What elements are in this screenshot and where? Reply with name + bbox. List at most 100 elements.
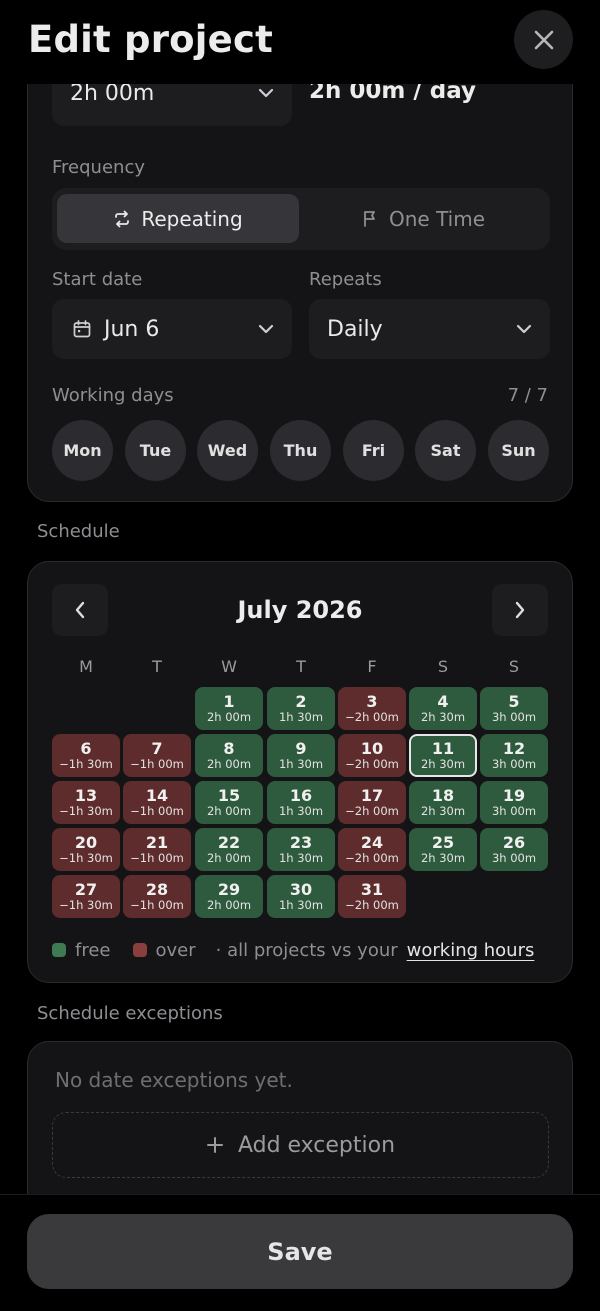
working-hours-link[interactable]: working hours [407, 940, 535, 961]
exceptions-card: No date exceptions yet. Add exception [27, 1041, 573, 1194]
calendar-day[interactable]: 19 3h 00m [480, 781, 548, 824]
calendar-day-number: 24 [360, 832, 384, 852]
close-button[interactable] [514, 10, 573, 69]
calendar-day-number: 7 [151, 738, 163, 758]
calendar-day[interactable]: 26 3h 00m [480, 828, 548, 871]
calendar-day-hours: 2h 00m [206, 757, 252, 772]
calendar-day-hours: 2h 30m [420, 851, 466, 866]
calendar-day[interactable]: 17 −2h 00m [338, 781, 406, 824]
exceptions-label: Schedule exceptions [37, 1003, 223, 1024]
calendar-day[interactable]: 9 1h 30m [267, 734, 335, 777]
day-mon[interactable]: Mon [52, 420, 113, 481]
calendar-day[interactable]: 14 −1h 00m [123, 781, 191, 824]
repeats-value: Daily [327, 316, 383, 342]
calendar-day-number: 30 [289, 879, 313, 899]
chevron-down-icon [258, 88, 274, 98]
calendar-day-number: 4 [437, 691, 449, 711]
calendar-day[interactable]: 2 1h 30m [267, 687, 335, 730]
duration-summary: 2h 00m / day [309, 84, 477, 104]
calendar-day[interactable]: 12 3h 00m [480, 734, 548, 777]
repeat-icon [115, 210, 130, 227]
calendar-day[interactable]: 1 2h 00m [195, 687, 263, 730]
day-tue[interactable]: Tue [125, 420, 186, 481]
day-sun[interactable]: Sun [488, 420, 549, 481]
save-button[interactable]: Save [27, 1214, 573, 1289]
schedule-label: Schedule [37, 521, 120, 542]
day-thu[interactable]: Thu [270, 420, 331, 481]
calendar-day-number: 6 [80, 738, 92, 758]
one-time-label: One Time [388, 206, 486, 231]
chevron-down-icon [258, 324, 274, 334]
working-days-count: 7 / 7 [507, 385, 548, 406]
calendar-day-number: 20 [74, 832, 98, 852]
calendar-day[interactable]: 10 −2h 00m [338, 734, 406, 777]
calendar-day[interactable]: 13 −1h 30m [52, 781, 120, 824]
weekday-header: M [79, 657, 93, 676]
flag-icon [364, 210, 375, 227]
month-title: July 2026 [237, 596, 363, 624]
plus-icon [206, 1137, 223, 1153]
calendar-day[interactable]: 28 −1h 00m [123, 875, 191, 918]
add-exception-button[interactable]: Add exception [52, 1112, 549, 1178]
calendar-day[interactable]: 21 −1h 00m [123, 828, 191, 871]
calendar-day-number: 15 [217, 785, 241, 805]
calendar-day[interactable]: 16 1h 30m [267, 781, 335, 824]
calendar-day[interactable]: 11 2h 30m [409, 734, 477, 777]
calendar-day[interactable]: 20 −1h 30m [52, 828, 120, 871]
repeating-option[interactable]: Repeating [57, 194, 299, 243]
add-exception-label: Add exception [237, 1132, 396, 1158]
calendar-day[interactable]: 22 2h 00m [195, 828, 263, 871]
calendar-day-hours: 3h 00m [491, 710, 537, 725]
calendar-day-hours: −1h 30m [59, 757, 113, 772]
calendar-day-hours: 1h 30m [278, 851, 324, 866]
calendar-day-number: 22 [217, 832, 241, 852]
calendar-day-hours: 1h 30m [278, 710, 324, 725]
day-fri[interactable]: Fri [343, 420, 404, 481]
calendar-day-hours: 3h 00m [491, 804, 537, 819]
calendar-day[interactable]: 8 2h 00m [195, 734, 263, 777]
calendar-day[interactable]: 24 −2h 00m [338, 828, 406, 871]
calendar-day[interactable]: 4 2h 30m [409, 687, 477, 730]
calendar-day[interactable]: 15 2h 00m [195, 781, 263, 824]
calendar-day-hours: −2h 00m [345, 851, 399, 866]
calendar-day-hours: 3h 00m [491, 851, 537, 866]
calendar-day[interactable]: 29 2h 00m [195, 875, 263, 918]
calendar-day-number: 1 [223, 691, 235, 711]
calendar-day[interactable]: 30 1h 30m [267, 875, 335, 918]
close-icon [534, 30, 553, 49]
calendar-day[interactable]: 18 2h 30m [409, 781, 477, 824]
calendar-day-hours: 1h 30m [278, 757, 324, 772]
calendar-day-number: 18 [431, 785, 455, 805]
calendar-day-number: 28 [145, 879, 169, 899]
page-title: Edit project [28, 18, 273, 61]
content-scroll[interactable]: 2h 00m 2h 00m / day Frequency Repeating … [0, 84, 600, 1194]
calendar-day[interactable]: 3 −2h 00m [338, 687, 406, 730]
calendar-day[interactable]: 6 −1h 30m [52, 734, 120, 777]
calendar-day-hours: 2h 00m [206, 898, 252, 913]
calendar-day-hours: 1h 30m [278, 804, 324, 819]
calendar-day[interactable]: 5 3h 00m [480, 687, 548, 730]
calendar-day-number: 2 [295, 691, 307, 711]
calendar-day[interactable]: 7 −1h 00m [123, 734, 191, 777]
next-month-button[interactable] [492, 584, 548, 636]
repeats-label: Repeats [309, 269, 382, 290]
calendar-day[interactable]: 23 1h 30m [267, 828, 335, 871]
calendar-day[interactable]: 27 −1h 30m [52, 875, 120, 918]
chevron-down-icon [516, 324, 532, 334]
calendar-day-number: 10 [360, 738, 384, 758]
repeats-select[interactable]: Daily [309, 299, 550, 359]
calendar-day-hours: −2h 00m [345, 804, 399, 819]
calendar-day-hours: −2h 00m [345, 710, 399, 725]
day-wed[interactable]: Wed [197, 420, 258, 481]
calendar-day-hours: −1h 30m [59, 851, 113, 866]
calendar-day-number: 31 [360, 879, 384, 899]
chevron-right-icon [515, 601, 525, 619]
calendar-day[interactable]: 31 −2h 00m [338, 875, 406, 918]
calendar-day[interactable]: 25 2h 30m [409, 828, 477, 871]
calendar-day-hours: −2h 00m [345, 757, 399, 772]
exceptions-empty-text: No date exceptions yet. [55, 1068, 293, 1092]
one-time-option[interactable]: One Time [302, 194, 544, 243]
start-date-select[interactable]: Jun 6 [52, 299, 292, 359]
day-sat[interactable]: Sat [415, 420, 476, 481]
duration-select[interactable]: 2h 00m [52, 84, 292, 126]
